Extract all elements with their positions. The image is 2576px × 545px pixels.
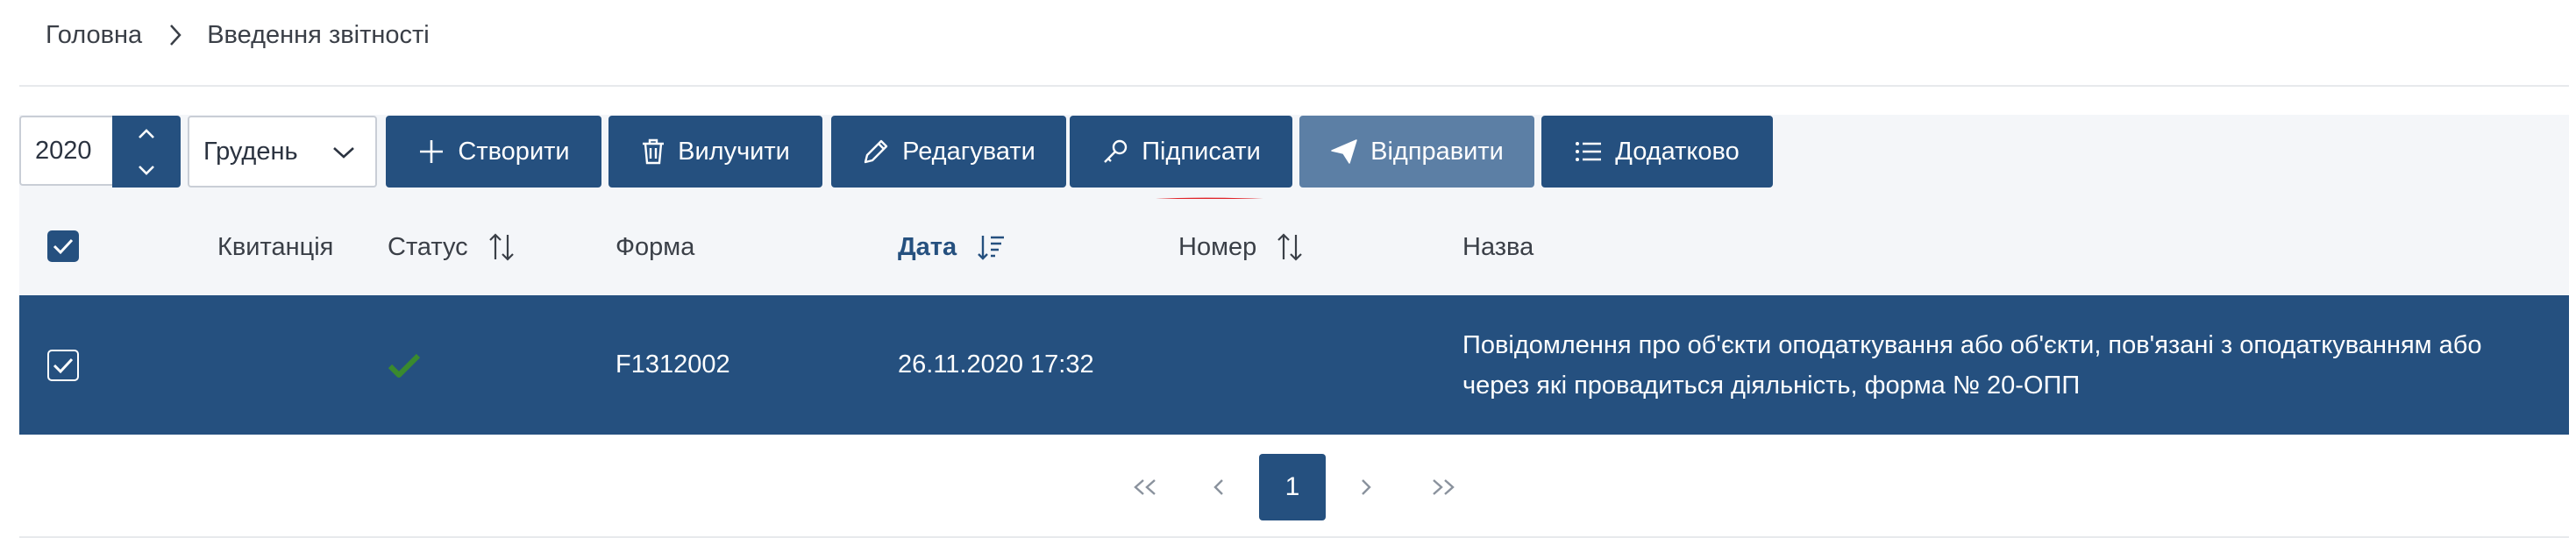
create-button[interactable]: Створити <box>386 116 601 188</box>
column-header-date[interactable]: Дата <box>898 199 1006 295</box>
select-all-checkbox[interactable] <box>47 230 79 262</box>
breadcrumb-home-link[interactable]: Головна <box>46 21 142 50</box>
next-page-icon[interactable] <box>1348 454 1384 520</box>
breadcrumb-current: Введення звітності <box>207 20 430 49</box>
row-checkbox[interactable] <box>47 350 79 381</box>
send-button-label: Відправити <box>1370 137 1504 166</box>
column-receipt-label: Квитанція <box>217 232 334 261</box>
sort-icon[interactable] <box>1276 232 1304 262</box>
chevron-down-icon <box>331 138 356 166</box>
divider <box>19 85 2569 87</box>
create-button-label: Створити <box>458 137 570 166</box>
edit-button-label: Редагувати <box>902 137 1035 166</box>
month-select[interactable]: Грудень <box>188 116 377 188</box>
year-value: 2020 <box>35 136 92 165</box>
divider <box>19 536 2569 538</box>
column-date-label: Дата <box>898 232 957 261</box>
table-row[interactable]: F1312002 26.11.2020 17:32 Повідомлення п… <box>19 295 2569 435</box>
column-form-label: Форма <box>616 232 695 261</box>
form-cell: F1312002 <box>616 350 730 379</box>
list-icon <box>1576 142 1602 161</box>
sort-descending-icon[interactable] <box>976 233 1006 261</box>
checkmark-icon <box>388 353 421 378</box>
trash-icon <box>643 138 665 165</box>
more-button-label: Додатково <box>1615 137 1740 166</box>
table-header: Квитанція Статус Форма Дата Номер Назва <box>19 199 2569 295</box>
page-button-current[interactable]: 1 <box>1259 454 1326 520</box>
status-cell <box>388 295 421 435</box>
column-number-label: Номер <box>1178 232 1257 261</box>
month-value: Грудень <box>203 137 298 166</box>
sort-icon[interactable] <box>487 232 516 262</box>
key-icon <box>1104 139 1128 163</box>
first-page-icon[interactable] <box>1126 454 1164 520</box>
year-input[interactable]: 2020 <box>19 116 112 186</box>
paper-plane-icon <box>1331 139 1357 164</box>
column-header-name: Назва <box>1462 199 1534 295</box>
column-header-number[interactable]: Номер <box>1178 199 1304 295</box>
sign-button-label: Підписати <box>1142 137 1261 166</box>
date-cell: 26.11.2020 17:32 <box>898 350 1094 379</box>
column-header-receipt: Квитанція <box>217 199 333 295</box>
chevron-down-icon[interactable] <box>112 152 181 188</box>
breadcrumb: Головна Введення звітності <box>46 18 430 53</box>
name-cell: Повідомлення про об'єкти оподаткування а… <box>1462 295 2558 435</box>
send-button[interactable]: Відправити <box>1299 116 1534 188</box>
year-stepper[interactable] <box>112 116 181 188</box>
name-line-2: через які провадиться діяльність, форма … <box>1462 371 2081 400</box>
pencil-icon <box>864 139 888 164</box>
chevron-up-icon[interactable] <box>112 116 181 152</box>
delete-button-label: Вилучити <box>678 137 790 166</box>
chevron-right-icon <box>163 18 188 53</box>
sign-button[interactable]: Підписати <box>1070 116 1292 188</box>
last-page-icon[interactable] <box>1424 454 1462 520</box>
column-name-label: Назва <box>1462 232 1534 261</box>
current-page-label: 1 <box>1284 472 1300 501</box>
plus-icon <box>420 140 444 163</box>
more-button[interactable]: Додатково <box>1541 116 1773 188</box>
prev-page-icon[interactable] <box>1201 454 1236 520</box>
column-status-label: Статус <box>388 232 468 261</box>
column-header-form[interactable]: Форма <box>616 199 694 295</box>
column-header-status[interactable]: Статус <box>388 199 516 295</box>
name-line-1: Повідомлення про об'єкти оподаткування а… <box>1462 330 2482 359</box>
delete-button[interactable]: Вилучити <box>608 116 822 188</box>
edit-button[interactable]: Редагувати <box>831 116 1066 188</box>
